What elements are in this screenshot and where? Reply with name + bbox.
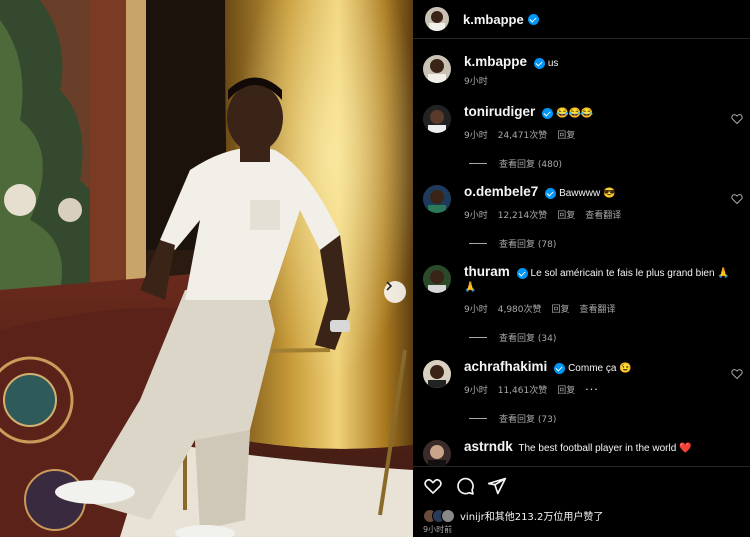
comment-username[interactable]: astrndk xyxy=(464,439,513,454)
comment-likes[interactable]: 11,461次赞 xyxy=(498,383,548,396)
comment-username[interactable]: o.dembele7 xyxy=(464,184,538,199)
comment-time: 9小时 xyxy=(464,211,488,221)
comment-likes[interactable]: 12,214次赞 xyxy=(498,208,548,221)
caption-avatar[interactable] xyxy=(423,55,451,83)
likes-summary[interactable]: vinijr和其他213.2万位用户赞了 xyxy=(423,508,603,523)
verified-badge-icon xyxy=(527,13,539,25)
comment-username[interactable]: achrafhakimi xyxy=(464,359,547,374)
author-username[interactable]: k.mbappe xyxy=(463,12,524,27)
reply-button[interactable]: 回复 xyxy=(552,302,570,315)
view-replies-button[interactable]: 查看回复 (480) xyxy=(469,157,562,170)
verified-badge-icon xyxy=(534,57,546,69)
caption-text: us xyxy=(547,58,559,69)
reply-button[interactable]: 回复 xyxy=(557,128,575,141)
translate-button[interactable]: 查看翻译 xyxy=(585,208,621,221)
caption-username[interactable]: k.mbappe xyxy=(464,54,527,69)
comments-list[interactable]: k.mbappe us 9小时 tonirudiger 😂😂😂 9小时 24,4… xyxy=(413,39,750,467)
view-replies-button[interactable]: 查看回复 (73) xyxy=(469,412,556,425)
comment-username[interactable]: thuram xyxy=(464,264,510,279)
post-photo-art xyxy=(0,0,413,537)
verified-badge-icon xyxy=(516,267,528,279)
comment-time: 9小时 xyxy=(464,386,488,396)
view-replies-button[interactable]: 查看回复 (78) xyxy=(469,237,556,250)
comment-avatar[interactable] xyxy=(423,105,451,133)
more-options-icon[interactable]: ··· xyxy=(585,383,599,396)
reply-button[interactable]: 回复 xyxy=(557,208,575,221)
view-replies-button[interactable]: 查看回复 (34) xyxy=(469,331,556,344)
comment-heart-icon[interactable] xyxy=(731,368,743,380)
likes-summary-text: vinijr和其他213.2万位用户赞了 xyxy=(460,512,604,523)
verified-badge-icon xyxy=(554,362,566,374)
comment-time: 9小时 xyxy=(464,305,488,315)
comment-heart-icon[interactable] xyxy=(731,113,743,125)
comment-text: Bawwww 😎 xyxy=(559,188,616,199)
verified-badge-icon xyxy=(545,187,557,199)
comment-likes[interactable]: 4,980次赞 xyxy=(498,302,542,315)
chevron-right-icon xyxy=(386,281,393,291)
author-avatar[interactable] xyxy=(425,7,449,31)
post-actions xyxy=(423,476,507,496)
next-image-button[interactable] xyxy=(384,281,406,303)
comment-time: 9小时 xyxy=(464,131,488,141)
liker-avatars xyxy=(423,508,457,523)
comment-text: 😂😂😂 xyxy=(556,108,594,119)
post-header: k.mbappe xyxy=(413,0,750,38)
post-photo[interactable] xyxy=(0,0,413,537)
comment-username[interactable]: tonirudiger xyxy=(464,104,535,119)
comment-text: Comme ça 😉 xyxy=(568,363,632,374)
heart-icon[interactable] xyxy=(423,476,443,496)
comment-likes[interactable]: 24,471次赞 xyxy=(498,128,548,141)
comment-avatar[interactable] xyxy=(423,440,451,467)
actions-divider xyxy=(413,466,750,467)
comment-text: The best football player in the world ❤️ xyxy=(518,443,692,454)
comment-avatar[interactable] xyxy=(423,360,451,388)
comment-heart-icon[interactable] xyxy=(731,193,743,205)
reply-button[interactable]: 回复 xyxy=(557,383,575,396)
caption-time: 9小时 xyxy=(464,77,488,87)
comment-icon[interactable] xyxy=(455,476,475,496)
post-timestamp: 9小时前 xyxy=(423,525,453,534)
comment-avatar[interactable] xyxy=(423,265,451,293)
translate-button[interactable]: 查看翻译 xyxy=(580,302,616,315)
comments-panel: k.mbappe k.mbappe us 9小时 tonirudiger 😂😂😂… xyxy=(413,0,750,537)
share-icon[interactable] xyxy=(487,476,507,496)
verified-badge-icon xyxy=(542,107,554,119)
comment-avatar[interactable] xyxy=(423,185,451,213)
